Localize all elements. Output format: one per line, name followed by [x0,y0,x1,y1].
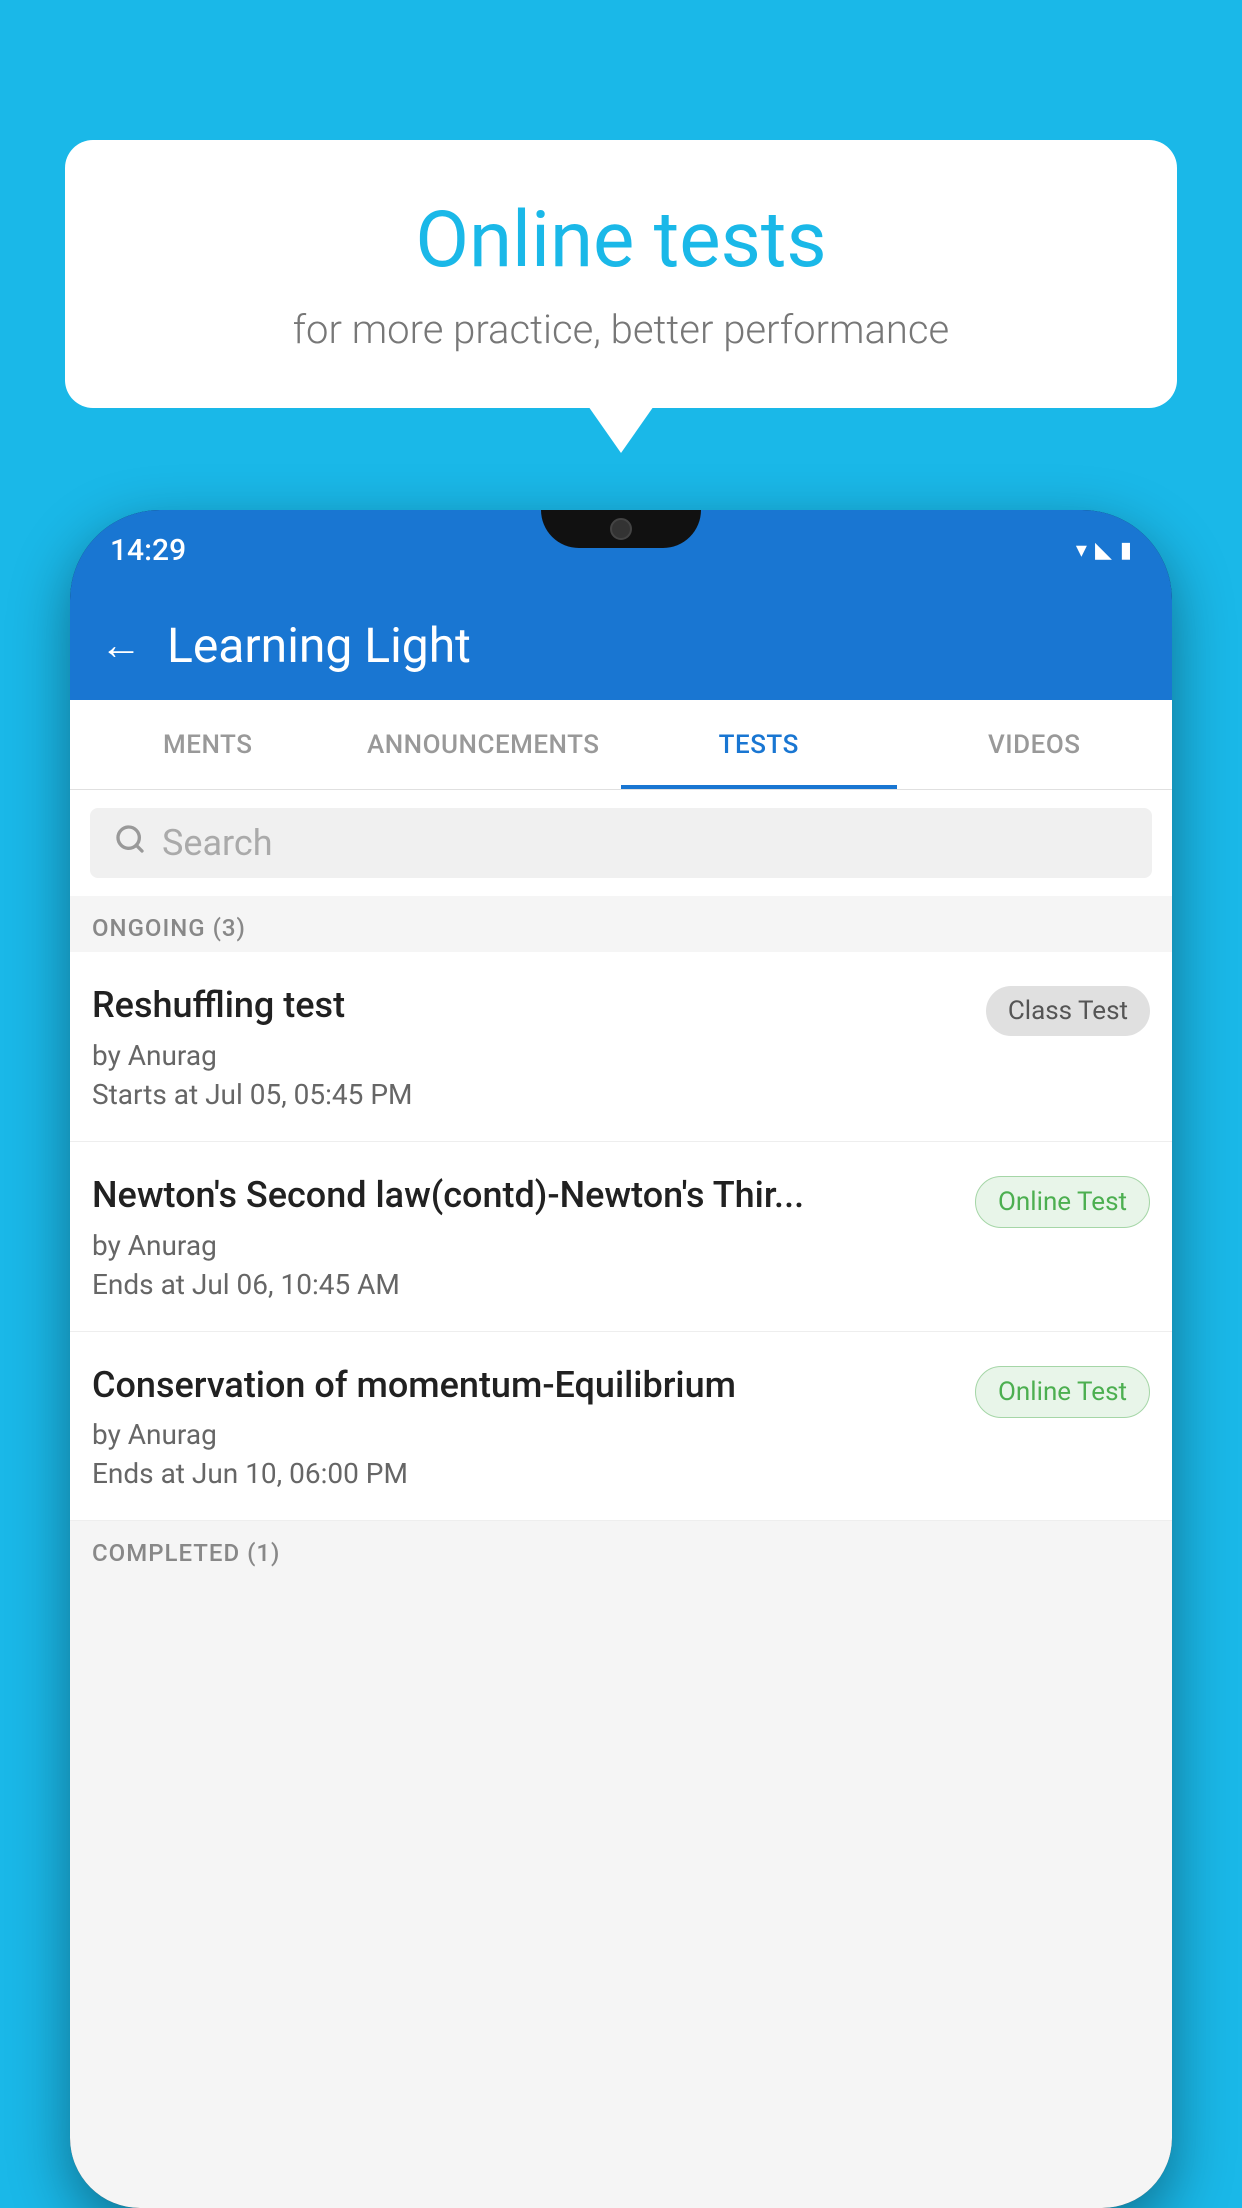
completed-section-header: COMPLETED (1) [70,1521,1172,1577]
status-icons: ▾ ◣ ▮ [1076,538,1132,563]
test-item-2[interactable]: Newton's Second law(contd)-Newton's Thir… [70,1142,1172,1332]
ongoing-section-header: ONGOING (3) [70,896,1172,952]
search-icon [114,822,146,864]
status-bar: 14:29 ▾ ◣ ▮ [70,510,1172,590]
test-info-3: Conservation of momentum-Equilibrium by … [92,1362,975,1491]
wifi-icon: ▾ [1076,538,1087,563]
search-bar-container: Search [70,790,1172,896]
test-item-1[interactable]: Reshuffling test by Anurag Starts at Jul… [70,952,1172,1142]
test-badge-3: Online Test [975,1366,1150,1418]
tab-announcements[interactable]: ANNOUNCEMENTS [346,700,622,789]
test-title-1: Reshuffling test [92,982,966,1029]
speech-bubble-subtitle: for more practice, better performance [125,306,1117,353]
phone-frame: 14:29 ▾ ◣ ▮ ← Learning Light MENTS ANNOU… [70,510,1172,2208]
completed-header-text: COMPLETED (1) [92,1539,280,1567]
test-by-1: by Anurag [92,1039,966,1072]
app-bar: ← Learning Light [70,590,1172,700]
ongoing-header-text: ONGOING (3) [92,914,246,942]
tab-bar: MENTS ANNOUNCEMENTS TESTS VIDEOS [70,700,1172,790]
test-date-2: Ends at Jul 06, 10:45 AM [92,1268,955,1301]
battery-icon: ▮ [1120,538,1132,563]
phone-content: Search ONGOING (3) Reshuffling test by A… [70,790,1172,2208]
app-bar-title: Learning Light [167,617,471,674]
phone-camera [610,518,632,540]
tab-ments[interactable]: MENTS [70,700,346,789]
tab-videos[interactable]: VIDEOS [897,700,1173,789]
test-info-1: Reshuffling test by Anurag Starts at Jul… [92,982,986,1111]
back-button[interactable]: ← [100,621,142,670]
test-date-1: Starts at Jul 05, 05:45 PM [92,1078,966,1111]
phone-notch [541,510,701,548]
tab-tests[interactable]: TESTS [621,700,897,789]
status-time: 14:29 [110,533,186,568]
search-input-wrapper[interactable]: Search [90,808,1152,878]
test-by-2: by Anurag [92,1229,955,1262]
speech-bubble-container: Online tests for more practice, better p… [65,140,1177,408]
test-by-3: by Anurag [92,1418,955,1451]
test-badge-2: Online Test [975,1176,1150,1228]
test-info-2: Newton's Second law(contd)-Newton's Thir… [92,1172,975,1301]
test-date-3: Ends at Jun 10, 06:00 PM [92,1457,955,1490]
test-title-3: Conservation of momentum-Equilibrium [92,1362,955,1409]
speech-bubble: Online tests for more practice, better p… [65,140,1177,408]
test-badge-1: Class Test [986,986,1150,1036]
speech-bubble-title: Online tests [125,195,1117,286]
test-title-2: Newton's Second law(contd)-Newton's Thir… [92,1172,955,1219]
test-item-3[interactable]: Conservation of momentum-Equilibrium by … [70,1332,1172,1522]
search-placeholder: Search [162,822,273,864]
test-list: Reshuffling test by Anurag Starts at Jul… [70,952,1172,1521]
signal-icon: ◣ [1095,538,1112,563]
